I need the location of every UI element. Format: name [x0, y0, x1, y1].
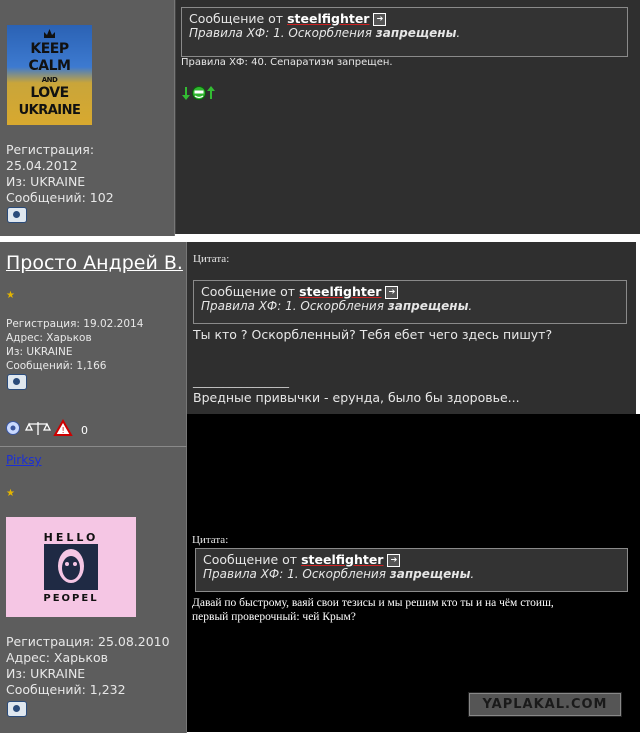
registration-label: Регистрация:: [6, 142, 95, 157]
post-body: Правила ХФ: 40. Сепаратизм запрещен.: [181, 57, 393, 68]
star-icon: ★: [6, 290, 15, 301]
quote-box: Сообщение от steelfighter ➔ Правила ХФ: …: [195, 548, 628, 592]
location: Из: UKRAINE: [6, 666, 86, 681]
quote-box: Сообщение от steelfighter ➔ Правила ХФ: …: [181, 7, 628, 57]
location: Из: UKRAINE: [6, 174, 86, 189]
camera-icon[interactable]: [7, 374, 27, 390]
quote-box: Сообщение от steelfighter ➔ Правила ХФ: …: [193, 280, 627, 324]
warning-count: 0: [81, 424, 88, 437]
signature: Вредные привычки - ерунда, было бы здоро…: [193, 390, 520, 405]
registration: Регистрация: 25.08.2010: [6, 634, 170, 649]
registration: Регистрация: 19.02.2014: [6, 318, 144, 330]
edge-stripe: [636, 242, 640, 414]
green-smiley-icon: [182, 86, 215, 100]
username-link[interactable]: Pirksy: [6, 453, 42, 467]
arrow-box-icon[interactable]: ➔: [373, 13, 387, 26]
watermark: YAPLAKAL.COM: [468, 692, 622, 717]
location: Из: UKRAINE: [6, 346, 73, 358]
scales-icon: [24, 422, 52, 435]
signature-line: ________________: [193, 374, 289, 388]
camera-icon[interactable]: [7, 207, 27, 223]
post-body-line2: первый проверочный: чей Крым?: [192, 611, 356, 623]
crown-icon: [44, 29, 55, 38]
post1-avatar[interactable]: KEEP CALM AND LOVE UKRAINE: [7, 25, 92, 125]
quote-author[interactable]: steelfighter: [301, 552, 383, 567]
post-body-line1: Давай по быстрому, ваяй свои тезисы и мы…: [192, 597, 554, 609]
post-body: Ты кто ? Оскорбленный? Тебя ебет чего зд…: [193, 327, 553, 342]
message-count: Сообщений: 1,232: [6, 682, 126, 697]
quote-label: Цитата:: [193, 253, 230, 265]
camera-icon[interactable]: [7, 701, 27, 717]
status-icons: ! 0: [6, 419, 88, 437]
quote-label: Цитата:: [192, 534, 229, 546]
arrow-box-icon[interactable]: ➔: [385, 286, 399, 299]
face-graphic: [44, 544, 98, 590]
message-count: Сообщений: 102: [6, 190, 114, 205]
username-link[interactable]: Просто Андрей В.: [6, 252, 183, 274]
arrow-box-icon[interactable]: ➔: [387, 554, 401, 567]
registration-date: 25.04.2012: [6, 158, 78, 173]
star-icon: ★: [6, 488, 15, 499]
message-count: Сообщений: 1,166: [6, 360, 107, 372]
address: Адрес: Харьков: [6, 650, 108, 665]
post2-content-bottom: [187, 414, 640, 446]
address: Адрес: Харьков: [6, 332, 92, 344]
svg-text:!: !: [62, 426, 65, 435]
post-divider: [175, 234, 640, 242]
post3-avatar[interactable]: HELLO PEOPEL: [6, 517, 136, 617]
quote-author[interactable]: steelfighter: [287, 11, 369, 26]
quote-author[interactable]: steelfighter: [299, 284, 381, 299]
